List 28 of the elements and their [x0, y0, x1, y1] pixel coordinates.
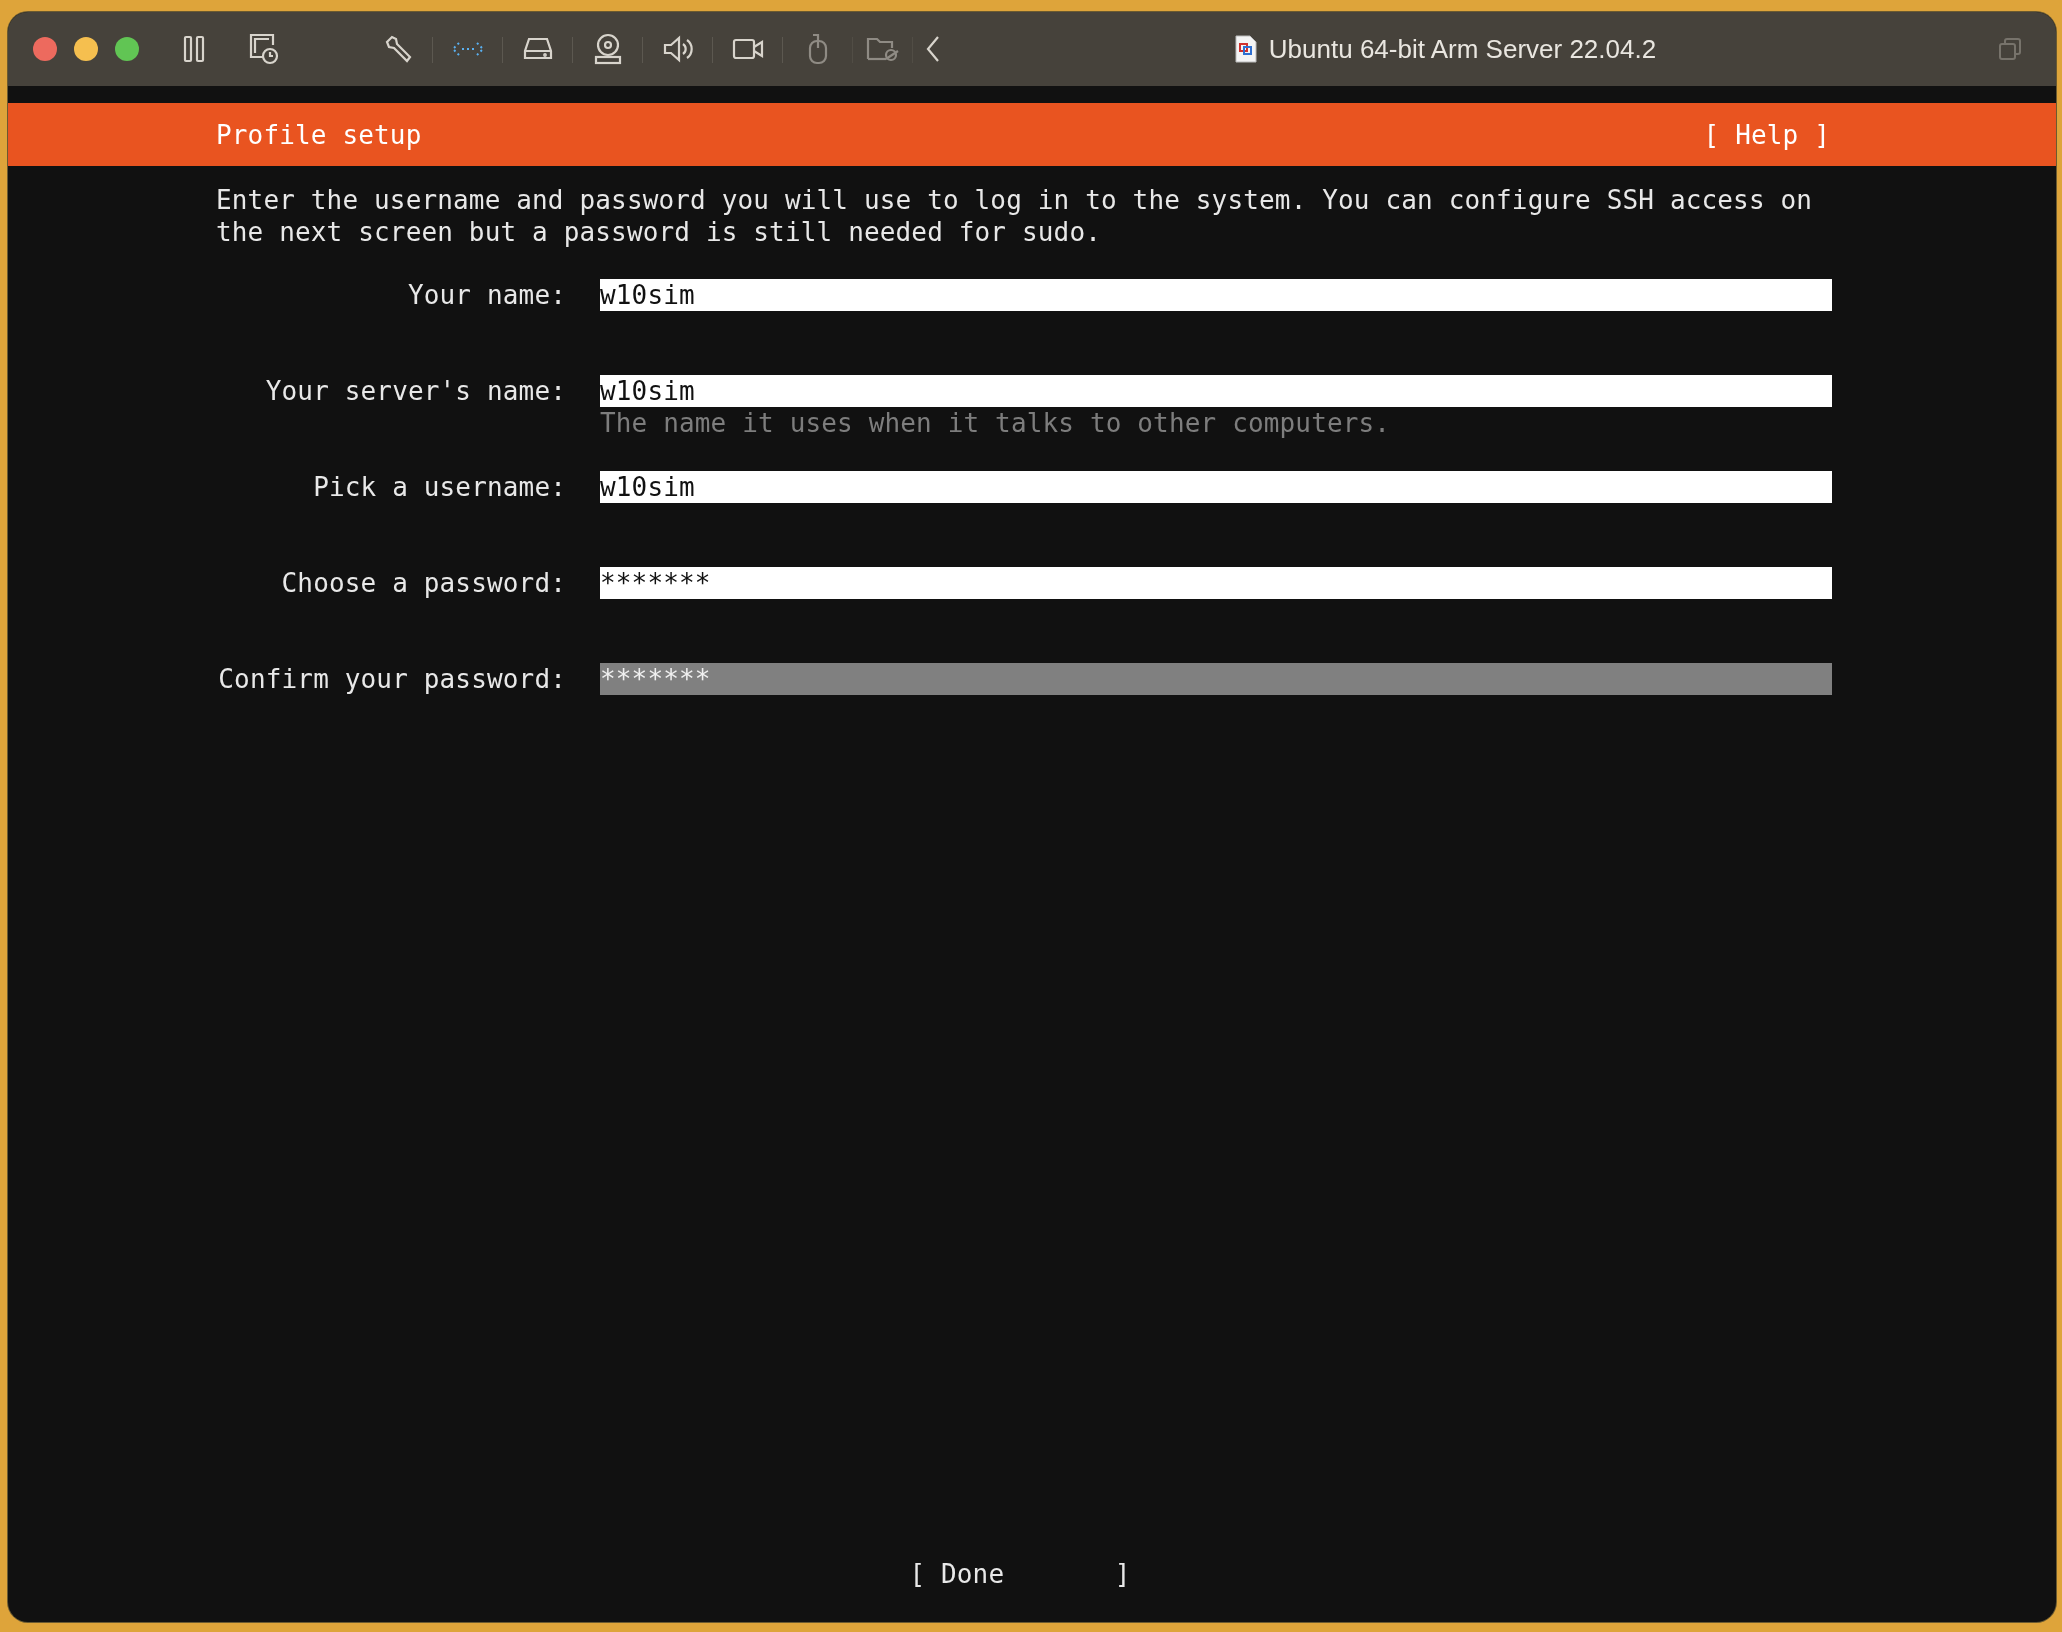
- field-label: Your server's name:: [264, 375, 566, 408]
- close-button[interactable]: [33, 37, 57, 61]
- screen-title: Profile setup: [216, 118, 422, 151]
- field-hint: The name it uses when it talks to other computers.: [600, 407, 1392, 439]
- input-field[interactable]: *******: [600, 663, 1832, 695]
- arrows-icon[interactable]: [452, 41, 484, 57]
- field-label: Pick a username:: [312, 471, 566, 504]
- help-button[interactable]: [ Help ]: [1703, 118, 1830, 151]
- input-field[interactable]: w10sim: [600, 279, 1832, 311]
- field-label: Choose a password:: [280, 567, 566, 600]
- window-title: Ubuntu 64-bit Arm Server 22.04.2: [1268, 33, 1657, 65]
- intro-text: Enter the username and password you will use to log in to the system. You can configure SSH access on the next screen but a password is still needed for sudo.: [216, 184, 1814, 248]
- minimize-button[interactable]: [74, 37, 98, 61]
- document-icon: [1234, 35, 1257, 63]
- video-camera-icon[interactable]: [732, 37, 764, 61]
- wrench-icon[interactable]: [383, 34, 413, 64]
- chevron-left-icon[interactable]: [925, 35, 941, 63]
- zoom-button[interactable]: [115, 37, 139, 61]
- snapshot-icon[interactable]: [249, 33, 279, 65]
- done-button[interactable]: [ Done ]: [909, 1558, 1131, 1590]
- webcam-icon[interactable]: [593, 33, 623, 65]
- input-field[interactable]: *******: [600, 567, 1832, 599]
- speaker-icon[interactable]: [663, 35, 693, 63]
- field-label: Confirm your password:: [217, 663, 566, 696]
- input-field[interactable]: w10sim: [600, 471, 1832, 503]
- input-field[interactable]: w10sim: [600, 375, 1832, 407]
- field-label: Your name:: [406, 279, 566, 312]
- pause-icon[interactable]: [183, 35, 205, 63]
